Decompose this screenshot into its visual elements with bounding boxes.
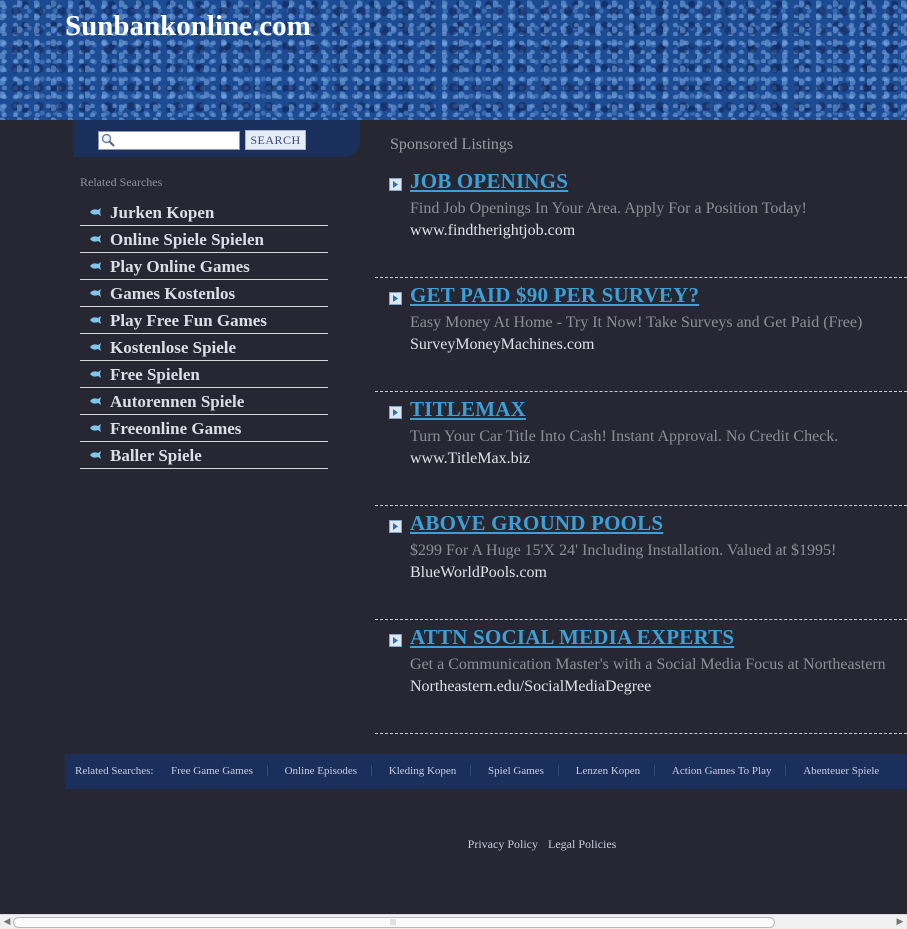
scroll-left-icon[interactable]: ◀ (1, 916, 13, 928)
bullet-icon (90, 397, 101, 405)
horizontal-scrollbar[interactable]: ◀ ||| ▶ (0, 914, 907, 929)
related-search-link[interactable]: Free Spielen (110, 365, 200, 385)
header-banner: Sunbankonline.com (0, 0, 907, 120)
separator (371, 765, 373, 776)
list-item: Free Game Games (171, 765, 282, 777)
legal-links: Privacy Policy Legal Policies (0, 837, 907, 852)
bullet-icon (90, 424, 101, 432)
arrow-icon (389, 520, 402, 533)
grip-icon: ||| (390, 919, 397, 926)
privacy-policy-link[interactable]: Privacy Policy (468, 837, 538, 851)
related-searches-list: Jurken Kopen Online Spiele Spielen Play … (80, 199, 328, 469)
legal-policies-link[interactable]: Legal Policies (548, 837, 616, 851)
footer-related-link[interactable]: Kleding Kopen (389, 765, 457, 777)
footer-related-link[interactable]: Free Game Games (171, 765, 253, 777)
ad-description: $299 For A Huge 15'X 24' Including Insta… (410, 542, 837, 559)
bullet-icon (90, 316, 101, 324)
list-item: Online Episodes (285, 765, 386, 777)
footer-related-link[interactable]: Spiel Games (488, 765, 544, 777)
list-item: Action Games To Play (672, 765, 801, 777)
ad-url-link[interactable]: www.TitleMax.biz (410, 450, 530, 468)
sponsored-listings-heading: Sponsored Listings (390, 136, 514, 153)
ad-description: Turn Your Car Title Into Cash! Instant A… (410, 428, 839, 445)
footer-related-label: Related Searches: (75, 765, 154, 777)
arrow-icon (389, 406, 402, 419)
footer-related-link[interactable]: Abenteuer Spiele (803, 765, 879, 777)
footer-related-bar: Related Searches: Free Game Games Online… (65, 754, 907, 789)
related-search-link[interactable]: Play Online Games (110, 257, 250, 277)
list-item: Autorennen Spiele (80, 388, 328, 415)
separator (470, 765, 472, 776)
ad-listing: TITLEMAX Turn Your Car Title Into Cash! … (375, 392, 907, 506)
sponsored-listings: JOB OPENINGS Find Job Openings In Your A… (375, 164, 907, 734)
ad-description: Get a Communication Master's with a Soci… (410, 656, 886, 673)
footer-related-link[interactable]: Lenzen Kopen (576, 765, 640, 777)
related-search-link[interactable]: Autorennen Spiele (110, 392, 244, 412)
related-search-link[interactable]: Baller Spiele (110, 446, 202, 466)
ad-description: Find Job Openings In Your Area. Apply Fo… (410, 200, 807, 217)
footer-related-link[interactable]: Online Episodes (285, 765, 357, 777)
ad-url-link[interactable]: www.findtherightjob.com (410, 222, 575, 240)
bullet-icon (90, 343, 101, 351)
list-item: Lenzen Kopen (576, 765, 669, 777)
search-field[interactable] (98, 131, 240, 150)
list-item: Kostenlose Spiele (80, 334, 328, 361)
list-item: Online Spiele Spielen (80, 226, 328, 253)
list-item: Play Online Games (80, 253, 328, 280)
search-bar: SEARCH (73, 120, 360, 157)
search-button[interactable]: SEARCH (245, 130, 306, 150)
footer-related-link[interactable]: Action Games To Play (672, 765, 772, 777)
ad-title-link[interactable]: JOB OPENINGS (410, 169, 568, 194)
site-title[interactable]: Sunbankonline.com (65, 10, 311, 43)
related-search-link[interactable]: Online Spiele Spielen (110, 230, 264, 250)
list-item: Kleding Kopen (389, 765, 486, 777)
bullet-icon (90, 289, 101, 297)
ad-url-link[interactable]: SurveyMoneyMachines.com (410, 336, 594, 354)
list-item: Games Kostenlos (80, 280, 328, 307)
list-item: Freeonline Games (80, 415, 328, 442)
related-searches-heading: Related Searches (80, 175, 163, 189)
ad-title-link[interactable]: GET PAID $90 PER SURVEY? (410, 283, 699, 308)
list-item: Baller Spiele (80, 442, 328, 469)
ad-listing: GET PAID $90 PER SURVEY? Easy Money At H… (375, 278, 907, 392)
separator (266, 765, 268, 776)
arrow-icon (389, 292, 402, 305)
related-search-link[interactable]: Play Free Fun Games (110, 311, 267, 331)
list-item: Abenteuer Spiele (803, 765, 879, 777)
list-item: Spiel Games (488, 765, 573, 777)
ad-description: Easy Money At Home - Try It Now! Take Su… (410, 314, 863, 331)
list-item: Free Spielen (80, 361, 328, 388)
ad-listing: ATTN SOCIAL MEDIA EXPERTS Get a Communic… (375, 620, 907, 734)
related-search-link[interactable]: Games Kostenlos (110, 284, 235, 304)
bullet-icon (90, 208, 101, 216)
list-item: Play Free Fun Games (80, 307, 328, 334)
related-search-link[interactable]: Freeonline Games (110, 419, 241, 439)
separator (785, 765, 787, 776)
scroll-right-icon[interactable]: ▶ (894, 916, 906, 928)
ad-title-link[interactable]: ATTN SOCIAL MEDIA EXPERTS (410, 625, 734, 650)
footer-related-links: Free Game Games Online Episodes Kleding … (171, 765, 879, 777)
arrow-icon (389, 634, 402, 647)
related-search-link[interactable]: Kostenlose Spiele (110, 338, 236, 358)
ad-url-link[interactable]: Northeastern.edu/SocialMediaDegree (410, 678, 651, 696)
search-input[interactable] (117, 132, 235, 147)
ad-listing: JOB OPENINGS Find Job Openings In Your A… (375, 164, 907, 278)
list-item: Jurken Kopen (80, 199, 328, 226)
scrollbar-thumb[interactable]: ||| (13, 917, 775, 928)
bullet-icon (90, 370, 101, 378)
separator (557, 765, 559, 776)
separator (654, 765, 656, 776)
related-search-link[interactable]: Jurken Kopen (110, 203, 214, 223)
ad-title-link[interactable]: TITLEMAX (410, 397, 526, 422)
ad-listing: ABOVE GROUND POOLS $299 For A Huge 15'X … (375, 506, 907, 620)
arrow-icon (389, 178, 402, 191)
bullet-icon (90, 451, 101, 459)
ad-url-link[interactable]: BlueWorldPools.com (410, 564, 547, 582)
ad-title-link[interactable]: ABOVE GROUND POOLS (410, 511, 663, 536)
search-icon (101, 133, 115, 147)
bullet-icon (90, 262, 101, 270)
bullet-icon (90, 235, 101, 243)
